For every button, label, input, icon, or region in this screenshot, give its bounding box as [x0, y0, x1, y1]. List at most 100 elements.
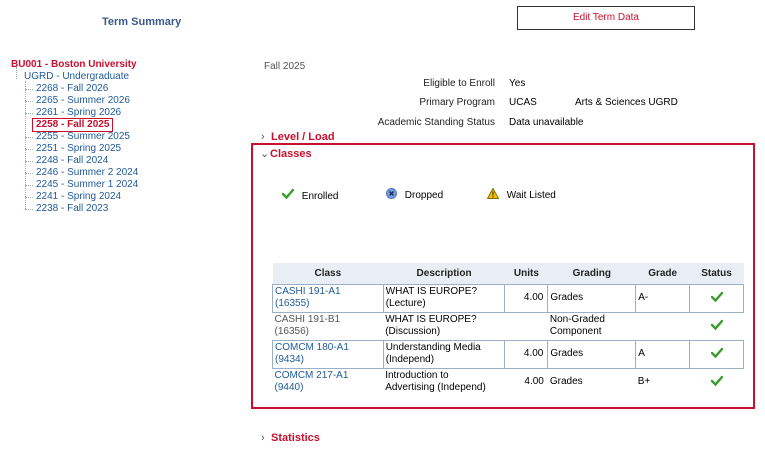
check-icon	[710, 319, 723, 331]
description-cell: WHAT IS EUROPE? (Discussion)	[383, 312, 505, 340]
class-cell: CASHI 191-B1 (16356)	[273, 312, 384, 340]
check-icon	[710, 376, 723, 387]
grading-line: Non-Graded	[549, 314, 605, 325]
level-load-section-toggle[interactable]: › Level / Load	[261, 131, 335, 143]
statistics-title: Statistics	[271, 432, 320, 444]
description-cell: Introduction to Advertising (Independ)	[383, 368, 505, 396]
grade-cell: B+	[637, 376, 651, 388]
legend-wait-listed: Wait Listed	[486, 187, 556, 201]
grading-line: Grades	[549, 376, 583, 388]
column-header-grading: Grading	[547, 263, 636, 284]
tree-connector	[25, 137, 33, 138]
tree-institution[interactable]: BU001 - Boston University	[11, 59, 137, 70]
tree-term-2258-selected[interactable]: 2258 - Fall 2025	[32, 118, 114, 132]
class-cell[interactable]: CASHI 191-A1 (16355)	[272, 283, 384, 313]
chevron-right-icon: ›	[261, 131, 265, 143]
units-cell: 4.00	[504, 283, 548, 313]
grade-cell: A	[635, 339, 691, 369]
description-line: Introduction to	[385, 370, 449, 382]
standing-value: Data unavailable	[509, 117, 584, 128]
program-description: Arts & Sciences UGRD	[575, 97, 678, 108]
tree-term-2265[interactable]: 2265 - Summer 2026	[36, 95, 130, 107]
class-code: CASHI 191-B1	[274, 314, 341, 325]
table-row: COMCM 217-A1 (9440) Introduction to Adve…	[273, 368, 744, 396]
tree-connector	[25, 209, 33, 210]
grading-cell: Grades	[548, 368, 636, 396]
description-line: WHAT IS EUROPE?	[385, 314, 477, 325]
x-circle-icon	[386, 188, 397, 199]
column-header-class: Class	[272, 263, 384, 284]
tree-term-2245[interactable]: 2245 - Summer 1 2024	[36, 179, 138, 191]
grading-cell: Grades	[547, 283, 637, 313]
check-icon	[710, 291, 723, 303]
column-header-status: Status	[689, 263, 744, 284]
class-link[interactable]: COMCM 180-A1	[275, 342, 381, 354]
tree-connector	[25, 89, 33, 90]
check-icon	[710, 347, 723, 359]
tree-connector	[25, 185, 33, 186]
legend-enrolled-label: Enrolled	[301, 191, 339, 202]
table-row: COMCM 180-A1 (9434) Understanding Media …	[272, 339, 744, 369]
class-cell[interactable]: COMCM 217-A1 (9440)	[273, 368, 384, 396]
class-number[interactable]: (9434)	[275, 354, 381, 366]
class-link[interactable]: COMCM 217-A1	[275, 370, 382, 382]
class-cell[interactable]: COMCM 180-A1 (9434)	[272, 339, 384, 369]
tree-term-2241[interactable]: 2241 - Spring 2024	[36, 191, 121, 203]
description-line: WHAT IS EUROPE?	[385, 286, 478, 297]
chevron-down-icon: ⌄	[260, 148, 270, 160]
tree-connector	[16, 67, 17, 79]
eligible-value: Yes	[509, 78, 526, 89]
tree-connector	[25, 113, 33, 114]
table-row: CASHI 191-B1 (16356) WHAT IS EUROPE? (Di…	[273, 312, 744, 340]
legend-dropped-label: Dropped	[404, 190, 444, 201]
class-number[interactable]: (16355)	[275, 298, 381, 310]
chevron-right-icon: ›	[261, 432, 265, 444]
classes-section-toggle[interactable]: ⌄Classes	[260, 147, 312, 160]
tree-connector	[25, 173, 33, 174]
class-link[interactable]: CASHI 191-A1	[275, 286, 381, 298]
grade-cell: A-	[635, 283, 691, 313]
description-line: Understanding Media	[385, 342, 481, 353]
status-cell	[690, 368, 744, 396]
page-title: Term Summary	[102, 16, 182, 28]
grading-cell: Non-Graded Component	[548, 312, 636, 340]
tree-connector	[25, 101, 33, 102]
tree-term-2268[interactable]: 2268 - Fall 2026	[36, 83, 108, 95]
tree-connector	[25, 149, 33, 150]
classes-table: Class Description Units Grading Grade St…	[272, 263, 744, 396]
description-line: (Discussion)	[385, 326, 441, 337]
units-cell: 4.00	[524, 376, 544, 388]
grading-line: Component	[549, 326, 602, 337]
column-header-units: Units	[504, 263, 548, 284]
description-cell: WHAT IS EUROPE? (Lecture)	[382, 283, 506, 313]
check-icon	[281, 188, 295, 200]
class-number[interactable]: (9440)	[275, 382, 382, 394]
status-cell	[689, 339, 744, 369]
class-number: (16356)	[274, 326, 309, 337]
tree-term-2238[interactable]: 2238 - Fall 2023	[36, 203, 108, 215]
tree-term-2251[interactable]: 2251 - Spring 2025	[36, 143, 121, 155]
edit-term-data-button[interactable]: Edit Term Data	[517, 6, 695, 30]
column-header-description: Description	[383, 263, 505, 284]
description-cell: Understanding Media (Independ)	[382, 339, 506, 369]
tree-term-2255[interactable]: 2255 - Summer 2025	[36, 131, 130, 143]
tree-connector	[25, 197, 33, 198]
tree-career[interactable]: UGRD - Undergraduate	[24, 71, 129, 82]
classes-title: Classes	[270, 148, 312, 160]
legend-enrolled: Enrolled	[281, 188, 339, 202]
description-line: (Lecture)	[385, 298, 426, 309]
statistics-section-toggle[interactable]: › Statistics	[261, 432, 320, 444]
grade-cell	[636, 312, 690, 340]
table-row: CASHI 191-A1 (16355) WHAT IS EUROPE? (Le…	[272, 283, 744, 313]
term-name: Fall 2025	[264, 61, 306, 72]
units-cell: 4.00	[504, 339, 548, 369]
column-header-grade: Grade	[635, 263, 690, 284]
program-label: Primary Program	[419, 97, 495, 108]
program-value: UCAS	[509, 97, 537, 108]
tree-term-2248[interactable]: 2248 - Fall 2024	[36, 155, 108, 167]
table-header-row: Class Description Units Grading Grade St…	[272, 263, 744, 284]
status-cell	[690, 312, 744, 340]
tree-term-2246[interactable]: 2246 - Summer 2 2024	[36, 167, 138, 179]
description-line: (Independ)	[385, 354, 435, 365]
standing-label: Academic Standing Status	[377, 117, 495, 128]
